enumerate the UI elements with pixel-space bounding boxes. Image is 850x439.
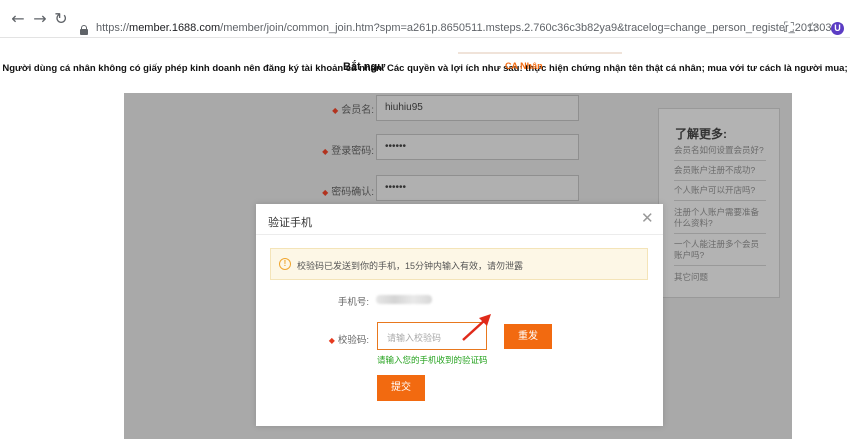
browser-toolbar: ← → ↻ https://member.1688.com/member/joi… — [0, 0, 850, 38]
annotation-arrow-icon — [462, 314, 491, 341]
phone-label: 手机号: — [337, 297, 369, 308]
phone-number-redacted — [376, 295, 432, 304]
url-domain: member.1688.com — [129, 22, 221, 34]
sidebar-link[interactable]: 会员名如何设置会员好? — [674, 145, 766, 161]
code-hint: 请输入您的手机收到的验证码 — [377, 355, 488, 365]
help-sidebar: 了解更多: 会员名如何设置会员好? 会员账户注册不成功? 个人账户可以开店吗? … — [658, 108, 780, 298]
code-label: ◆ 校验码: — [328, 335, 369, 346]
overlay-text-2: CA Nhân — [505, 61, 543, 71]
url-scheme: https:// — [96, 22, 130, 34]
close-icon[interactable]: ✕ — [641, 209, 654, 227]
sidebar-link[interactable]: 一个人能注册多个会员账户吗? — [674, 239, 766, 266]
resend-button[interactable]: 重发 — [504, 324, 552, 349]
url-path: /member/join/common_join.htm?spm=a261p.8… — [220, 22, 844, 34]
warning-icon: ! — [279, 258, 291, 270]
sidebar-link[interactable]: 其它问题 — [674, 272, 766, 287]
back-icon[interactable]: ← — [8, 9, 28, 29]
password-field[interactable]: •••••• — [376, 134, 579, 160]
star-icon[interactable]: ☆ — [806, 20, 819, 36]
extension-icon[interactable]: U — [831, 22, 844, 35]
submit-button[interactable]: 提交 — [377, 375, 425, 401]
sidebar-link[interactable]: 注册个人账户需要准备什么资料? — [674, 207, 766, 234]
dialog-title: 验证手机 — [268, 217, 312, 229]
overlay-text-1: Bắt ngư — [343, 61, 386, 73]
translate-icon[interactable]: ⛶ — [784, 20, 794, 36]
dialog-divider — [256, 234, 663, 235]
password-label: ◆ 登录密码: — [322, 146, 374, 157]
step-indicator-line — [458, 52, 622, 54]
address-bar[interactable]: https://member.1688.com/member/join/comm… — [96, 22, 844, 34]
info-banner: ! 校验码已发送到你的手机，15分钟内输入有效，请勿泄露 — [270, 248, 648, 280]
member-name-label: ◆ 会员名: — [332, 105, 374, 116]
sidebar-link[interactable]: 会员账户注册不成功? — [674, 165, 766, 181]
confirm-password-label: ◆ 密码确认: — [322, 187, 374, 198]
member-name-field[interactable]: hiuhiu95 — [376, 95, 579, 121]
confirm-password-field[interactable]: •••••• — [376, 175, 579, 201]
reload-icon[interactable]: ↻ — [51, 9, 71, 29]
notice-text: Người dùng cá nhân không có giấy phép ki… — [2, 63, 848, 74]
sidebar-link[interactable]: 个人账户可以开店吗? — [674, 185, 766, 201]
info-text: 校验码已发送到你的手机，15分钟内输入有效，请勿泄露 — [297, 261, 524, 271]
verify-phone-dialog: 验证手机 ✕ ! 校验码已发送到你的手机，15分钟内输入有效，请勿泄露 手机号:… — [256, 204, 663, 426]
sidebar-title: 了解更多: — [675, 127, 727, 141]
forward-icon[interactable]: → — [30, 9, 50, 29]
lock-icon[interactable] — [80, 25, 88, 35]
